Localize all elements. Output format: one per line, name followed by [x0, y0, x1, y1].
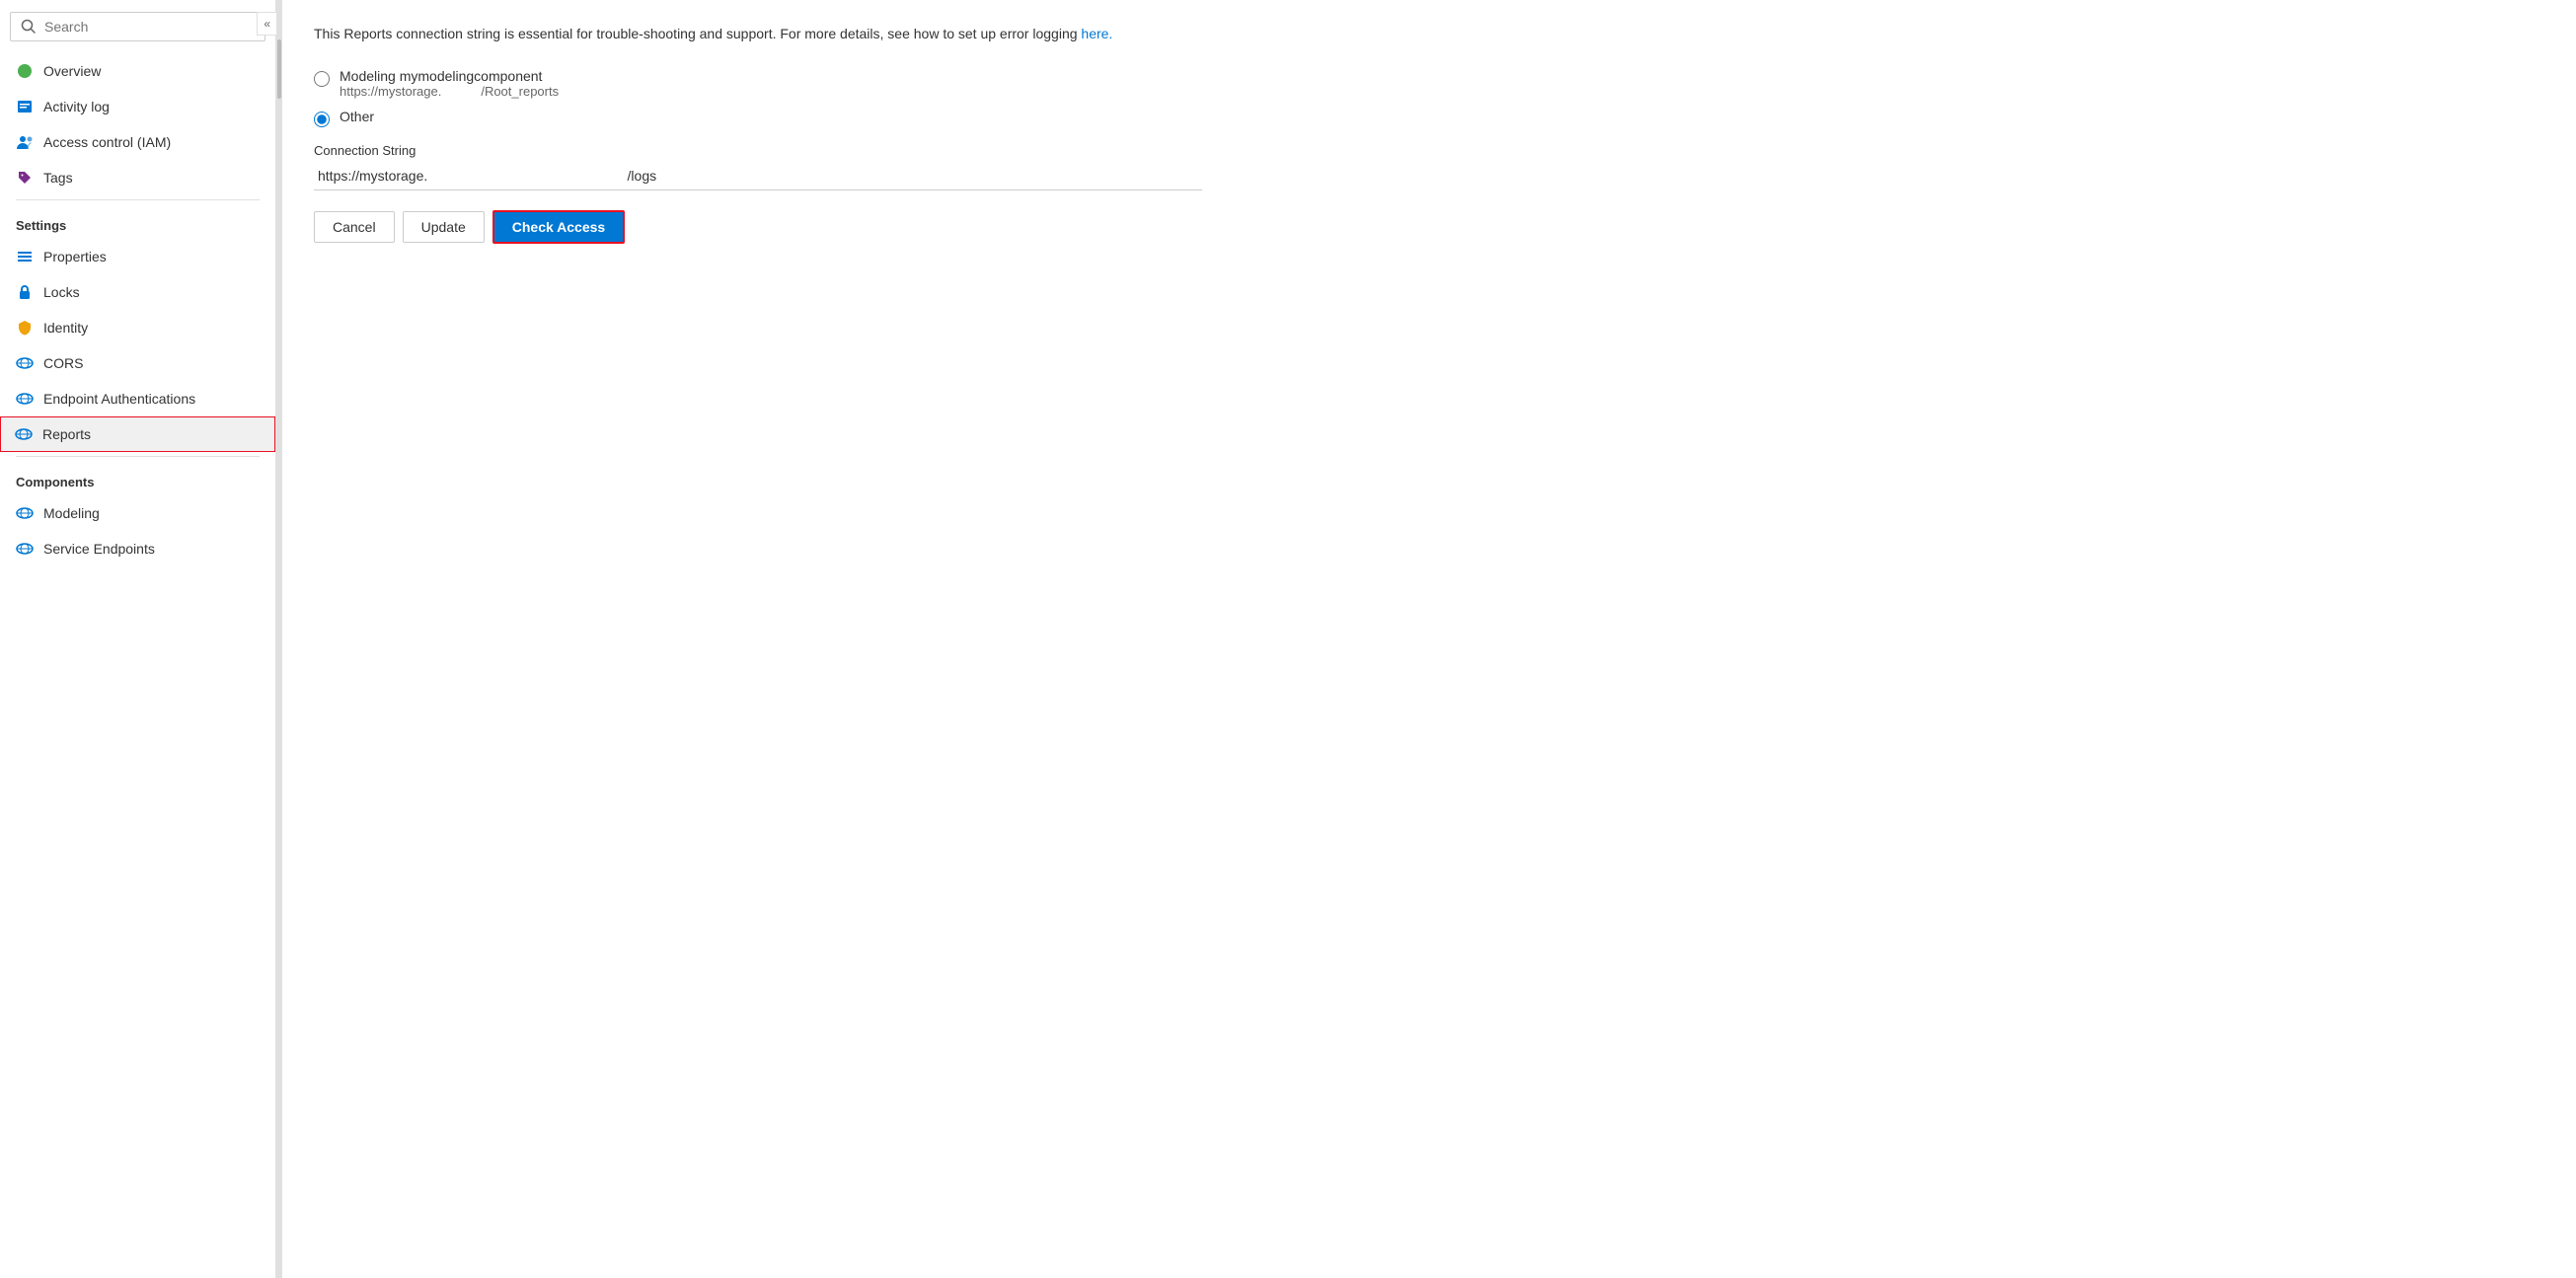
sidebar-item-endpoint-auth[interactable]: Endpoint Authentications — [0, 381, 275, 416]
sidebar-item-tags[interactable]: Tags — [0, 160, 275, 195]
components-divider — [16, 456, 260, 457]
search-icon — [21, 19, 37, 35]
collapse-sidebar-button[interactable]: « — [257, 12, 277, 36]
sidebar-label-cors: CORS — [43, 355, 83, 371]
search-box[interactable] — [10, 12, 265, 41]
sidebar-item-cors[interactable]: CORS — [0, 345, 275, 381]
radio-option-modeling[interactable]: Modeling mymodelingcomponent https://mys… — [314, 68, 2544, 99]
connection-string-input[interactable] — [314, 162, 1202, 190]
properties-icon — [16, 248, 34, 265]
connection-string-label: Connection String — [314, 143, 2544, 158]
search-input[interactable] — [44, 19, 255, 35]
sidebar-item-identity[interactable]: Identity — [0, 310, 275, 345]
service-endpoints-icon — [16, 540, 34, 558]
sidebar-label-overview: Overview — [43, 63, 101, 79]
radio-other-label: Other — [340, 109, 374, 124]
sidebar-label-access-control: Access control (IAM) — [43, 134, 171, 150]
identity-icon — [16, 319, 34, 337]
radio-modeling-label: Modeling mymodelingcomponent https://mys… — [340, 68, 559, 99]
sidebar-label-modeling: Modeling — [43, 505, 100, 521]
lock-icon — [16, 283, 34, 301]
info-link[interactable]: here. — [1081, 26, 1112, 41]
sidebar: Overview Activity log Access control (IA… — [0, 0, 276, 1278]
people-icon — [16, 133, 34, 151]
update-button[interactable]: Update — [403, 211, 485, 243]
reports-icon — [15, 425, 33, 443]
sidebar-item-properties[interactable]: Properties — [0, 239, 275, 274]
radio-other-input[interactable] — [314, 112, 330, 127]
settings-header: Settings — [0, 204, 275, 239]
button-row: Cancel Update Check Access — [314, 210, 2544, 244]
sidebar-item-modeling[interactable]: Modeling — [0, 495, 275, 531]
sidebar-label-identity: Identity — [43, 320, 88, 336]
sidebar-label-reports: Reports — [42, 426, 91, 442]
tag-icon — [16, 169, 34, 187]
radio-option1-url: https://mystorage. — [340, 84, 441, 99]
activity-log-icon — [16, 98, 34, 115]
sidebar-label-properties: Properties — [43, 249, 107, 264]
sidebar-label-tags: Tags — [43, 170, 73, 186]
components-header: Components — [0, 461, 275, 495]
endpoint-auth-icon — [16, 390, 34, 408]
sidebar-label-activity-log: Activity log — [43, 99, 110, 114]
sidebar-nav: Overview Activity log Access control (IA… — [0, 53, 275, 1278]
modeling-icon — [16, 504, 34, 522]
sidebar-item-access-control[interactable]: Access control (IAM) — [0, 124, 275, 160]
sidebar-item-overview[interactable]: Overview — [0, 53, 275, 89]
circle-green-icon — [16, 62, 34, 80]
settings-divider — [16, 199, 260, 200]
cancel-button[interactable]: Cancel — [314, 211, 395, 243]
sidebar-item-locks[interactable]: Locks — [0, 274, 275, 310]
radio-option1-path: /Root_reports — [481, 84, 559, 99]
sidebar-label-locks: Locks — [43, 284, 80, 300]
cors-icon — [16, 354, 34, 372]
main-content: This Reports connection string is essent… — [282, 0, 2576, 1278]
radio-group: Modeling mymodelingcomponent https://mys… — [314, 68, 2544, 127]
sidebar-label-endpoint-auth: Endpoint Authentications — [43, 391, 195, 407]
check-access-button[interactable]: Check Access — [492, 210, 625, 244]
sidebar-item-activity-log[interactable]: Activity log — [0, 89, 275, 124]
sidebar-item-service-endpoints[interactable]: Service Endpoints — [0, 531, 275, 566]
info-text: This Reports connection string is essent… — [314, 24, 2544, 44]
sidebar-label-service-endpoints: Service Endpoints — [43, 541, 155, 557]
radio-modeling-input[interactable] — [314, 71, 330, 87]
radio-option-other[interactable]: Other — [314, 109, 2544, 127]
sidebar-item-reports[interactable]: Reports — [0, 416, 275, 452]
